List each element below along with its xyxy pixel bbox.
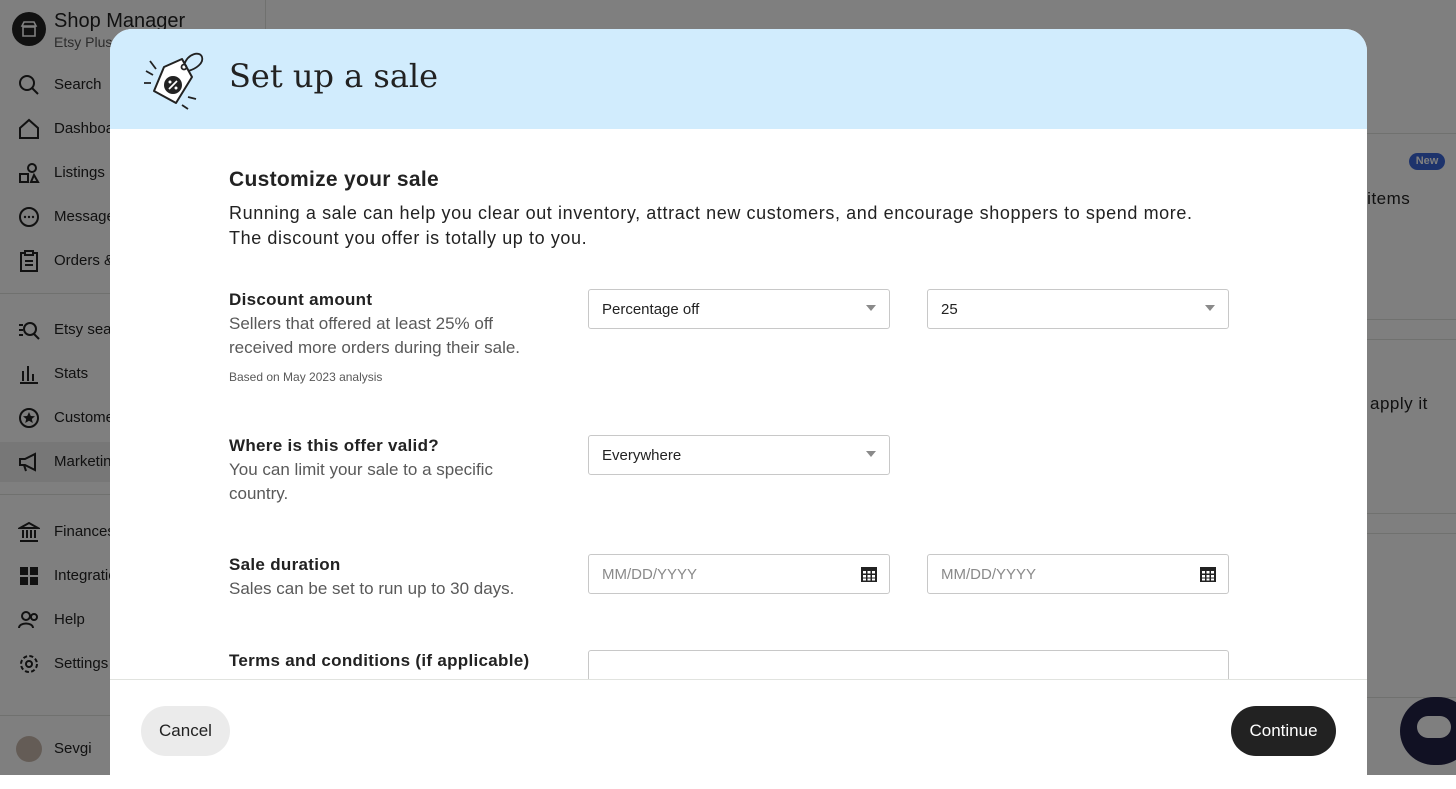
location-description: You can limit your sale to a specific co… — [229, 460, 493, 503]
end-date-placeholder: MM/DD/YYYY — [941, 566, 1037, 583]
location-value: Everywhere — [602, 447, 682, 464]
chevron-down-icon — [866, 305, 876, 311]
end-date-field[interactable]: MM/DD/YYYY — [927, 554, 1229, 594]
discount-note: Based on May 2023 analysis — [229, 370, 383, 384]
discount-description: Sellers that offered at least 25% off re… — [229, 314, 521, 357]
chevron-down-icon — [866, 451, 876, 457]
modal-header: Set up a sale — [110, 29, 1367, 129]
modal-footer: Cancel Continue — [110, 679, 1367, 789]
discount-amount-select[interactable]: 25 — [927, 289, 1229, 329]
cancel-button[interactable]: Cancel — [141, 706, 230, 756]
calendar-icon[interactable] — [860, 565, 878, 583]
sale-tag-icon — [144, 52, 204, 110]
modal-title: Set up a sale — [229, 57, 439, 95]
duration-description: Sales can be set to run up to 30 days. — [229, 579, 515, 598]
duration-label: Sale duration — [229, 555, 341, 574]
section-description: Running a sale can help you clear out in… — [229, 203, 1193, 248]
discount-type-select[interactable]: Percentage off — [588, 289, 890, 329]
sale-setup-modal: Set up a sale Customize your sale Runnin… — [110, 29, 1367, 789]
discount-type-value: Percentage off — [602, 301, 700, 318]
discount-amount-value: 25 — [941, 301, 958, 318]
terms-label: Terms and conditions (if applicable) — [229, 651, 530, 670]
section-title: Customize your sale — [229, 168, 439, 191]
chevron-down-icon — [1205, 305, 1215, 311]
calendar-icon[interactable] — [1199, 565, 1217, 583]
location-select[interactable]: Everywhere — [588, 435, 890, 475]
discount-label: Discount amount — [229, 290, 373, 309]
continue-button[interactable]: Continue — [1231, 706, 1336, 756]
start-date-field[interactable]: MM/DD/YYYY — [588, 554, 890, 594]
location-label: Where is this offer valid? — [229, 436, 439, 455]
start-date-placeholder: MM/DD/YYYY — [602, 566, 698, 583]
